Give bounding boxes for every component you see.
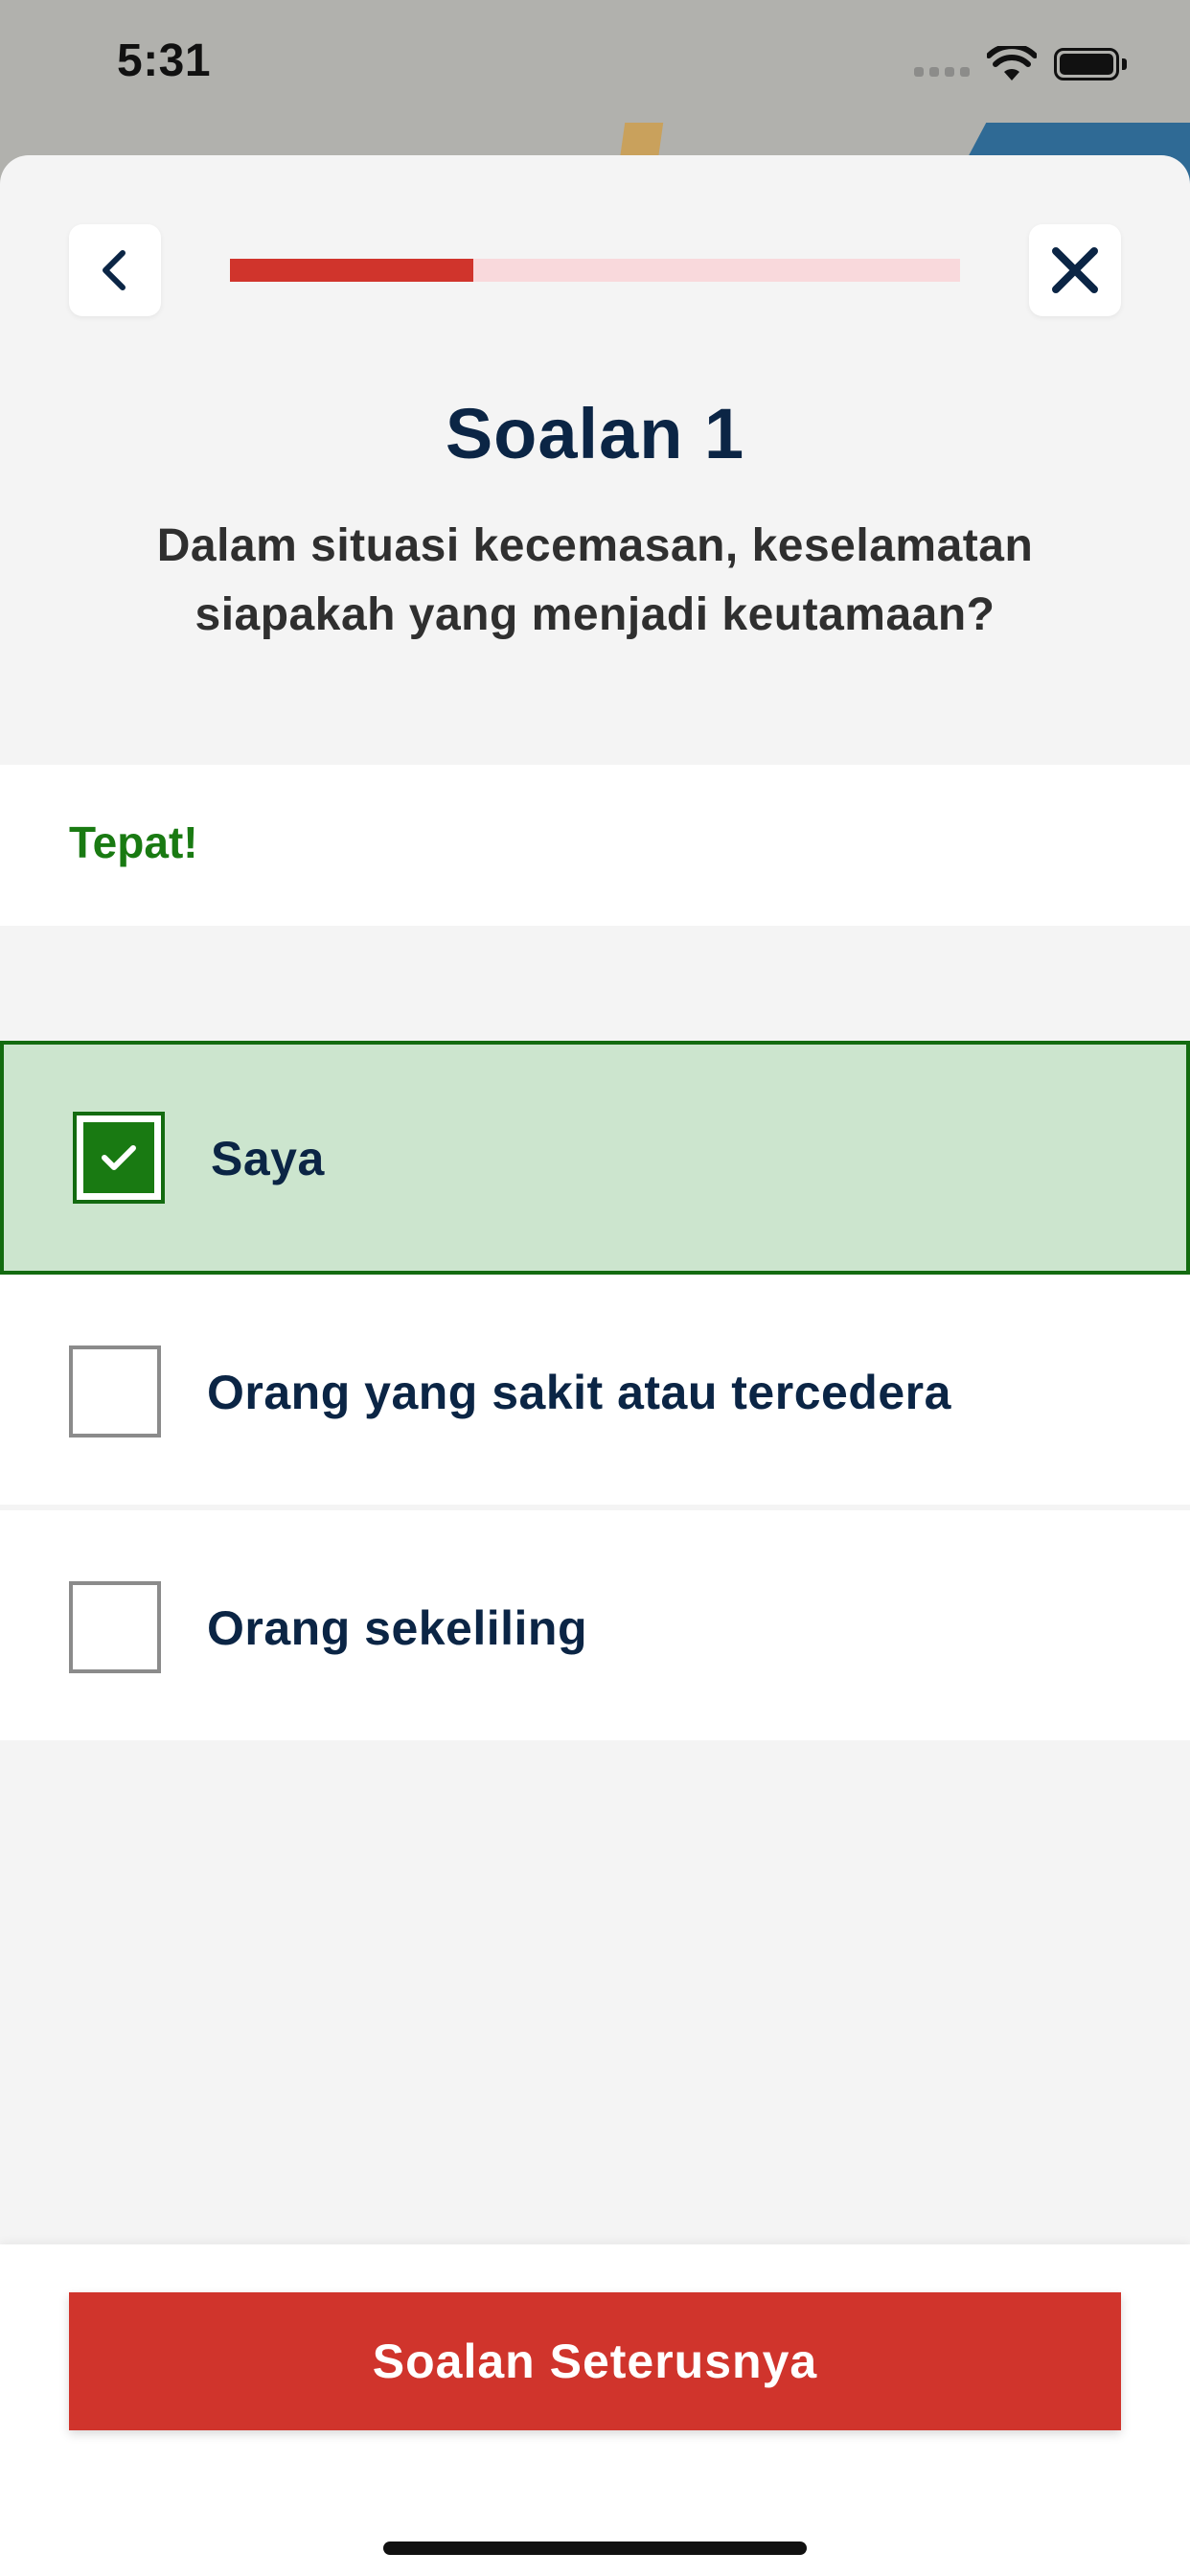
- close-icon: [1052, 247, 1098, 293]
- answer-option-saya[interactable]: Saya: [0, 1041, 1190, 1275]
- answer-option-label: Orang sekeliling: [207, 1601, 588, 1655]
- question-title: Soalan 1: [445, 394, 745, 473]
- status-time: 5:31: [117, 35, 212, 86]
- checkmark-icon: [102, 1145, 136, 1170]
- answer-option-orang-sekeliling[interactable]: Orang sekeliling: [0, 1510, 1190, 1740]
- back-button[interactable]: [69, 224, 161, 316]
- signal-icon: [914, 67, 970, 77]
- battery-icon: [1054, 48, 1129, 82]
- progress-fill: [230, 259, 473, 282]
- next-question-button[interactable]: Soalan Seterusnya: [69, 2292, 1121, 2430]
- question-text: Dalam situasi kecemasan, keselamatan sia…: [156, 520, 1034, 640]
- checkbox-unchecked[interactable]: [69, 1346, 161, 1438]
- bottom-bar: Soalan Seterusnya: [0, 2244, 1190, 2576]
- answer-option-label: Orang yang sakit atau tercedera: [207, 1366, 951, 1419]
- feedback-text: Tepat!: [69, 817, 198, 867]
- chevron-left-icon: [103, 250, 126, 290]
- checkbox-checked[interactable]: [73, 1112, 165, 1204]
- close-button[interactable]: [1029, 224, 1121, 316]
- feedback-panel: Tepat!: [0, 765, 1190, 926]
- answer-option-orang-sakit[interactable]: Orang yang sakit atau tercedera: [0, 1275, 1190, 1505]
- quiz-sheet: Soalan 1 Dalam situasi kecemasan, kesela…: [0, 155, 1190, 2576]
- home-indicator[interactable]: [383, 2542, 807, 2555]
- checkbox-unchecked[interactable]: [69, 1581, 161, 1673]
- progress-bar: [230, 259, 960, 282]
- wifi-icon: [987, 46, 1037, 80]
- status-bar: 5:31: [0, 0, 1190, 125]
- answer-option-label: Saya: [211, 1132, 325, 1185]
